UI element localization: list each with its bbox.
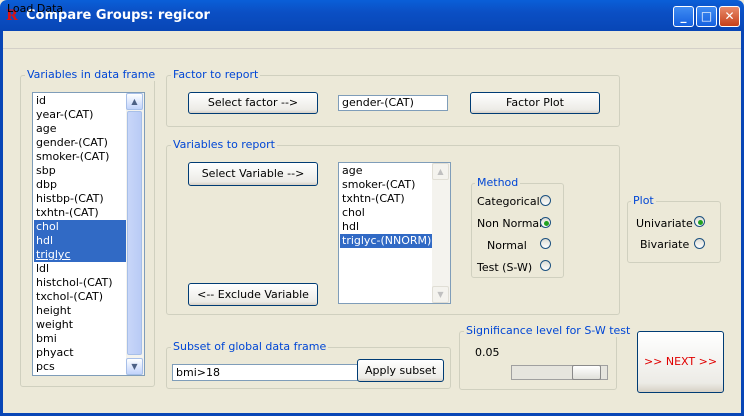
apply-subset-button[interactable]: Apply subset	[357, 359, 444, 382]
list-item[interactable]: sbp	[34, 164, 128, 178]
list-item[interactable]: hdl	[340, 220, 434, 234]
list-item[interactable]: histbp-(CAT)	[34, 192, 128, 206]
report-frame-legend: Variables to report	[171, 138, 277, 151]
method-label-normal: Normal	[487, 239, 527, 252]
next-button[interactable]: >> NEXT >>	[637, 331, 724, 393]
subset-frame-legend: Subset of global data frame	[171, 340, 329, 353]
maximize-button[interactable]: □	[696, 6, 717, 27]
method-label-test-sw: Test (S-W)	[477, 261, 533, 274]
significance-value: 0.05	[475, 346, 500, 359]
list-item[interactable]: gender-(CAT)	[34, 136, 128, 150]
list-item[interactable]: smoker-(CAT)	[340, 178, 434, 192]
menu-bar	[3, 31, 741, 49]
method-radio-non-normal[interactable]	[540, 217, 551, 228]
select-variable-button[interactable]: Select Variable -->	[188, 162, 318, 186]
factor-plot-button[interactable]: Factor Plot	[470, 92, 600, 114]
list-item[interactable]: smoker-(CAT)	[34, 150, 128, 164]
close-button[interactable]: ✕	[719, 6, 740, 27]
significance-frame-legend: Significance level for S-W test	[464, 324, 633, 337]
menu-load-data[interactable]: Load Data	[7, 2, 63, 15]
maximize-icon: □	[700, 9, 713, 23]
list-item[interactable]: triglyc	[34, 248, 128, 262]
list-item[interactable]: weight	[34, 318, 128, 332]
list-item[interactable]: phyact	[34, 346, 128, 360]
list-item[interactable]: txchol-(CAT)	[34, 290, 128, 304]
significance-slider-handle[interactable]	[572, 365, 601, 380]
select-factor-button[interactable]: Select factor -->	[188, 92, 318, 114]
scroll-down-icon[interactable]: ▼	[432, 286, 449, 303]
list-item[interactable]: id	[34, 94, 128, 108]
close-icon: ✕	[724, 9, 735, 23]
plot-label-bivariate: Bivariate	[640, 238, 690, 251]
list-item[interactable]: ldl	[34, 262, 128, 276]
method-frame-legend: Method	[475, 176, 521, 189]
plot-frame	[627, 201, 721, 263]
vertical-scrollbar[interactable]: ▲ ▼	[126, 93, 144, 375]
list-item[interactable]: hdl	[34, 234, 128, 248]
scroll-up-icon[interactable]: ▲	[432, 163, 449, 180]
list-item[interactable]: txhtn-(CAT)	[34, 206, 128, 220]
method-radio-test-sw[interactable]	[540, 260, 551, 271]
list-item[interactable]: dbp	[34, 178, 128, 192]
significance-frame	[459, 331, 617, 390]
method-radio-normal[interactable]	[540, 238, 551, 249]
list-item[interactable]: height	[34, 304, 128, 318]
list-item[interactable]: chol	[34, 220, 128, 234]
variables-listbox[interactable]: id year-(CAT) age gender-(CAT) smoker-(CAT) s…	[32, 92, 145, 376]
scroll-down-icon[interactable]: ▼	[126, 358, 143, 375]
plot-frame-legend: Plot	[631, 194, 656, 207]
plot-radio-bivariate[interactable]	[694, 238, 705, 249]
method-radio-categorical[interactable]	[540, 195, 551, 206]
scroll-thumb[interactable]	[127, 111, 142, 355]
scroll-up-icon[interactable]: ▲	[126, 93, 143, 110]
list-item[interactable]: pcs	[34, 360, 128, 374]
plot-radio-univariate[interactable]	[694, 216, 705, 227]
minimize-button[interactable]: _	[673, 6, 694, 27]
list-item[interactable]: age	[34, 122, 128, 136]
list-item[interactable]: year-(CAT)	[34, 108, 128, 122]
list-item[interactable]: histchol-(CAT)	[34, 276, 128, 290]
factor-field[interactable]: gender-(CAT)	[338, 95, 448, 111]
method-label-categorical: Categorical	[477, 195, 540, 208]
minimize-icon: _	[680, 9, 687, 23]
exclude-variable-button[interactable]: <-- Exclude Variable	[188, 283, 318, 306]
vertical-scrollbar[interactable]: ▲ ▼	[432, 163, 450, 303]
variables-frame-legend: Variables in data frame	[25, 68, 158, 81]
list-item[interactable]: txhtn-(CAT)	[340, 192, 434, 206]
subset-field[interactable]: bmi>18	[172, 364, 358, 381]
list-item[interactable]: bmi	[34, 332, 128, 346]
method-label-non-normal: Non Normal	[477, 217, 543, 230]
list-item[interactable]: age	[340, 164, 434, 178]
report-listbox[interactable]: age smoker-(CAT) txhtn-(CAT) chol hdl triglyc…	[338, 162, 451, 304]
factor-frame-legend: Factor to report	[171, 68, 261, 81]
list-item[interactable]: triglyc-(NNORM)	[340, 234, 434, 248]
plot-label-univariate: Univariate	[636, 217, 693, 230]
list-item[interactable]: chol	[340, 206, 434, 220]
